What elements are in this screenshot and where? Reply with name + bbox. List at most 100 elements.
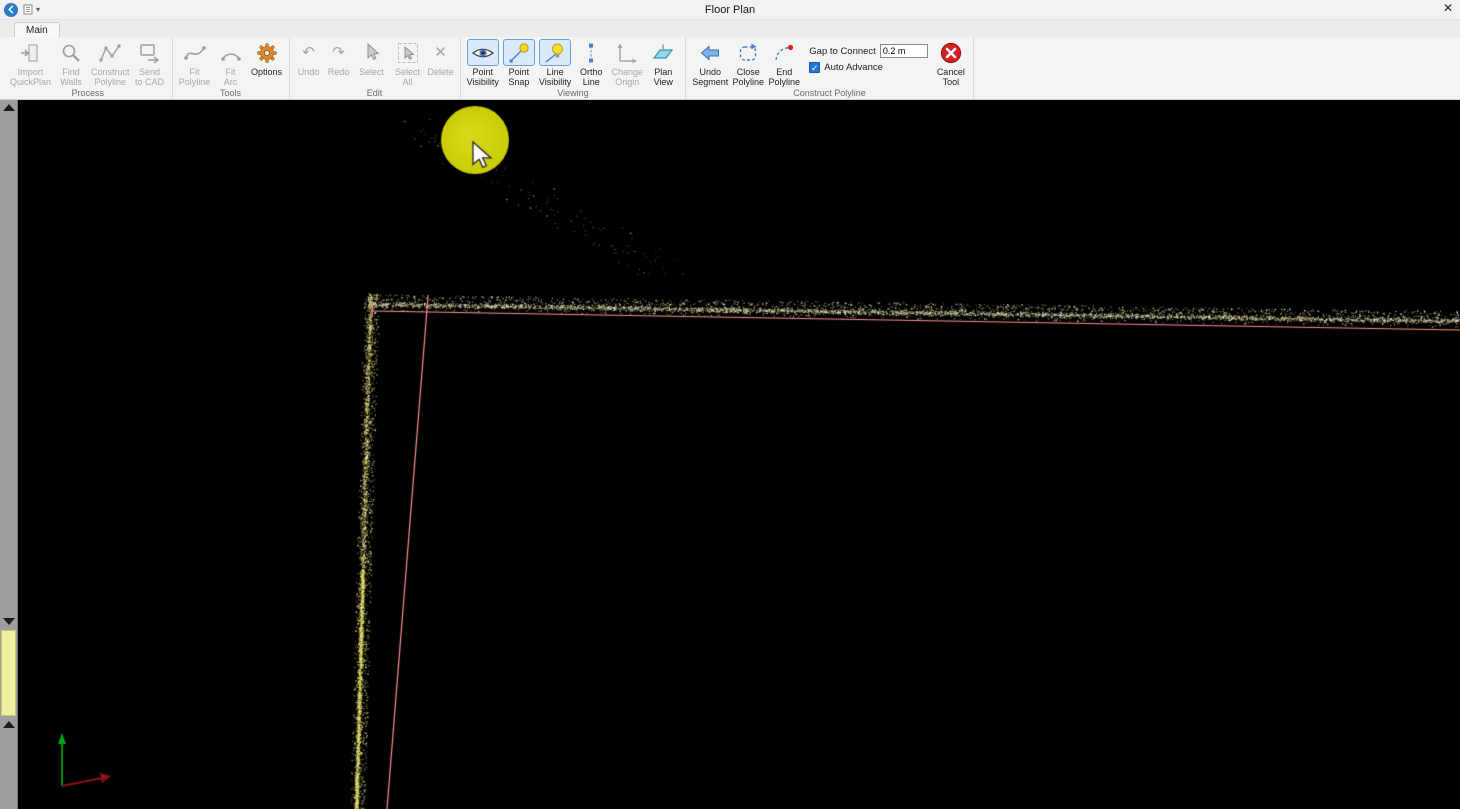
label-line: Undo (298, 67, 320, 77)
window-title: Floor Plan (0, 4, 1460, 16)
button-label: Select All (395, 67, 420, 88)
scroll-top-arrow-icon[interactable] (3, 104, 15, 111)
quick-access-toolbar: ▾ (23, 4, 40, 15)
close-button[interactable]: ✕ (1443, 2, 1453, 14)
line-visibility-toggle[interactable]: Line Visibility (537, 38, 573, 88)
group-name: Viewing (461, 88, 686, 99)
import-quickplan-button[interactable]: Import QuickPlan (8, 38, 53, 88)
label-line: Tool (937, 77, 965, 87)
label-line (428, 77, 454, 87)
gap-to-connect-input[interactable] (880, 44, 928, 58)
find-walls-button[interactable]: Find Walls (53, 38, 89, 88)
ribbon-group-construct-polyline: Undo Segment Close Polyline End Polyline (686, 37, 974, 99)
label-line: Visibility (467, 77, 499, 87)
delete-button[interactable]: ✕ Delete (426, 38, 456, 87)
gap-to-connect-controls: Gap to Connect ✓ Auto Advance (802, 38, 933, 73)
button-label: Fit Arc (224, 67, 238, 88)
cancel-tool-button[interactable]: Cancel Tool (933, 38, 969, 88)
scroll-down-arrow-icon[interactable] (3, 618, 15, 625)
button-label: Undo (298, 67, 320, 87)
label-line: Cancel (937, 67, 965, 77)
label-line: Polyline (769, 77, 801, 87)
back-arrow-icon (7, 5, 16, 14)
change-origin-button[interactable]: Change Origin (609, 38, 645, 88)
button-label: Options (251, 67, 282, 87)
redo-button[interactable]: ↷ Redo (324, 38, 354, 87)
label-line: Snap (508, 77, 529, 87)
options-button[interactable]: Options (249, 38, 285, 87)
document-icon[interactable] (23, 4, 33, 15)
left-scrollbar[interactable] (0, 100, 18, 809)
button-label: Cancel Tool (937, 67, 965, 88)
label-line: Send (135, 67, 164, 77)
send-to-cad-icon (134, 39, 166, 66)
fit-polyline-icon (179, 39, 211, 66)
ribbon-group-tools: Fit Polyline Fit Arc Options Tools (173, 37, 290, 99)
group-buttons: Fit Polyline Fit Arc Options (177, 38, 285, 88)
ribbon-tab-row: Main (0, 20, 1460, 37)
back-button[interactable] (4, 3, 18, 17)
auto-advance-row: ✓ Auto Advance (809, 62, 928, 73)
button-label: Point Visibility (467, 67, 499, 88)
send-to-cad-button[interactable]: Send to CAD (132, 38, 168, 88)
button-label: Close Polyline (733, 67, 765, 88)
construct-polyline-button[interactable]: Construct Polyline (89, 38, 132, 88)
button-label: Send to CAD (135, 67, 164, 88)
point-snap-toggle[interactable]: Point Snap (501, 38, 537, 88)
label-line: Fit (224, 67, 238, 77)
button-label: Redo (328, 67, 350, 87)
plan-view-button[interactable]: Plan View (645, 38, 681, 88)
point-visibility-toggle[interactable]: Point Visibility (465, 38, 501, 88)
label-line (328, 77, 350, 87)
fit-arc-button[interactable]: Fit Arc (213, 38, 249, 88)
checkmark-icon: ✓ (811, 63, 819, 73)
fit-polyline-button[interactable]: Fit Polyline (177, 38, 213, 88)
construct-polyline-icon (94, 39, 126, 66)
scroll-up-arrow-icon[interactable] (3, 721, 15, 728)
ortho-line-button[interactable]: Ortho Line (573, 38, 609, 88)
auto-advance-checkbox[interactable]: ✓ (809, 62, 820, 73)
label-line: Select (395, 67, 420, 77)
quick-access-caret-icon[interactable]: ▾ (36, 6, 40, 14)
ortho-line-icon (575, 39, 607, 66)
ribbon-group-edit: ↶ Undo ↷ Redo Select (290, 37, 461, 99)
close-polyline-button[interactable]: Close Polyline (730, 38, 766, 88)
undo-glyph: ↶ (302, 45, 315, 60)
gap-to-connect-row: Gap to Connect (809, 44, 928, 58)
tab-main[interactable]: Main (14, 22, 60, 37)
undo-segment-arrow-icon (694, 39, 726, 66)
label-line: to CAD (135, 77, 164, 87)
label-line: Import (10, 67, 51, 77)
label-line (359, 77, 384, 87)
label-line: Segment (692, 77, 728, 87)
point-snap-icon (503, 39, 535, 66)
fit-arc-icon (215, 39, 247, 66)
label-line: All (395, 77, 420, 87)
group-buttons: ↶ Undo ↷ Redo Select (294, 38, 456, 88)
label-line: Plan (654, 67, 673, 77)
group-name: Edit (290, 88, 460, 99)
label-line: Find (60, 67, 82, 77)
label-line: QuickPlan (10, 77, 51, 87)
scrollbar-thumb[interactable] (1, 630, 16, 716)
floor-plan-canvas[interactable] (18, 100, 1460, 809)
label-line: Fit (179, 67, 211, 77)
label-line: Arc (224, 77, 238, 87)
select-all-button[interactable]: Select All (390, 38, 426, 88)
button-label: End Polyline (769, 67, 801, 88)
label-line: View (654, 77, 673, 87)
label-line: End (769, 67, 801, 77)
label-line: Redo (328, 67, 350, 77)
undo-button[interactable]: ↶ Undo (294, 38, 324, 87)
undo-segment-button[interactable]: Undo Segment (690, 38, 730, 88)
label-line: Undo (692, 67, 728, 77)
button-label: Plan View (654, 67, 673, 88)
end-polyline-button[interactable]: End Polyline (766, 38, 802, 88)
group-name: Construct Polyline (686, 88, 973, 99)
button-label: Find Walls (60, 67, 82, 88)
label-line: Change (611, 67, 643, 77)
titlebar: ▾ Floor Plan ✕ (0, 0, 1460, 20)
label-line: Point (508, 67, 529, 77)
ribbon-group-process: Import QuickPlan Find Walls Construct Po… (4, 37, 173, 99)
select-button[interactable]: Select (354, 38, 390, 87)
